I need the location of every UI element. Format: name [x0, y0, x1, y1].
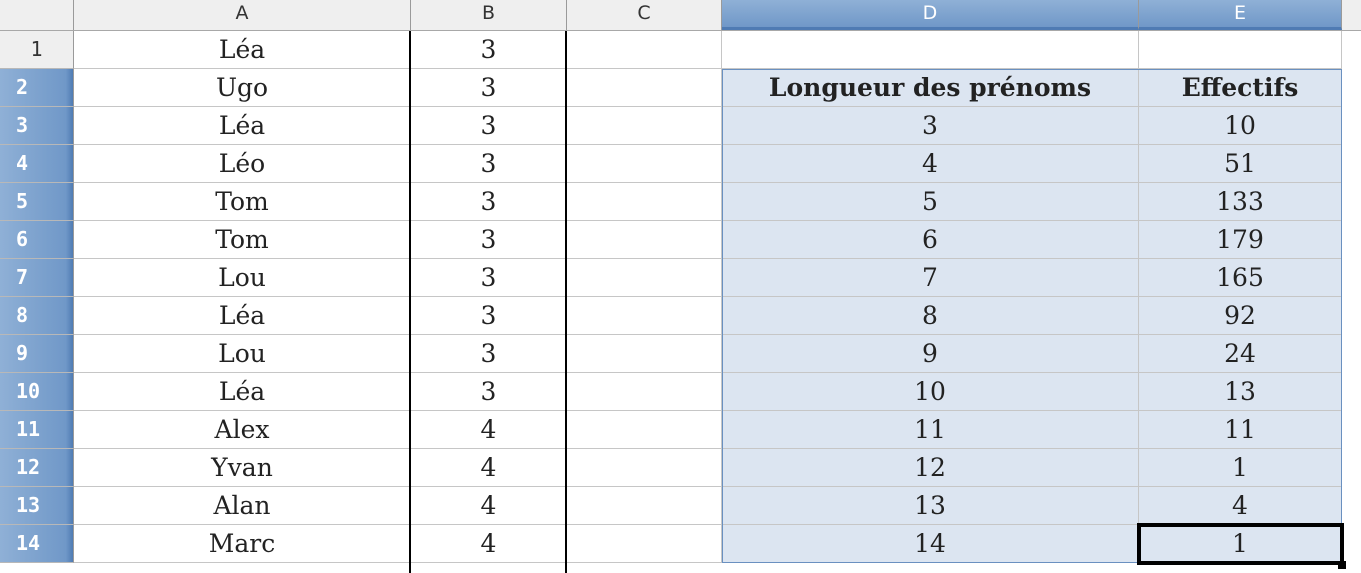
cell-c-row1[interactable] — [567, 31, 722, 69]
cell-c-row8[interactable] — [567, 297, 722, 335]
row-header-11[interactable]: 11 — [0, 411, 74, 449]
cell-e-row10[interactable]: 13 — [1139, 373, 1342, 411]
cell-a-row8[interactable]: Léa — [74, 297, 411, 335]
cell-e-row11[interactable]: 11 — [1139, 411, 1342, 449]
cell-c-row3[interactable] — [567, 107, 722, 145]
cell-a-row5[interactable]: Tom — [74, 183, 411, 221]
cell-d-row13[interactable]: 13 — [722, 487, 1139, 525]
cell-a-row12[interactable]: Yvan — [74, 449, 411, 487]
cell-d-row2[interactable]: Longueur des prénoms — [722, 69, 1139, 107]
cell-c-row6[interactable] — [567, 221, 722, 259]
cell-d-row7[interactable]: 7 — [722, 259, 1139, 297]
cell-b-row5[interactable]: 3 — [411, 183, 567, 221]
column-border-2 — [565, 31, 567, 573]
cell-b-row2[interactable]: 3 — [411, 69, 567, 107]
cell-c-row13[interactable] — [567, 487, 722, 525]
cell-c-row9[interactable] — [567, 335, 722, 373]
cell-d-row1[interactable] — [722, 31, 1139, 69]
cell-c-row10[interactable] — [567, 373, 722, 411]
cell-d-row3[interactable]: 3 — [722, 107, 1139, 145]
cell-d-row14[interactable]: 14 — [722, 525, 1139, 563]
cell-e-row8[interactable]: 92 — [1139, 297, 1342, 335]
row-header-12[interactable]: 12 — [0, 449, 74, 487]
cell-e-row13[interactable]: 4 — [1139, 487, 1342, 525]
cell-b-row14[interactable]: 4 — [411, 525, 567, 563]
row-header-10[interactable]: 10 — [0, 373, 74, 411]
cell-b-row12[interactable]: 4 — [411, 449, 567, 487]
cell-e-row9[interactable]: 24 — [1139, 335, 1342, 373]
cell-a-row14[interactable]: Marc — [74, 525, 411, 563]
row-header-7[interactable]: 7 — [0, 259, 74, 297]
cell-d-row10[interactable]: 10 — [722, 373, 1139, 411]
row-header-5[interactable]: 5 — [0, 183, 74, 221]
cell-b-row9[interactable]: 3 — [411, 335, 567, 373]
row-header-2[interactable]: 2 — [0, 69, 74, 107]
cell-e-row1[interactable] — [1139, 31, 1342, 69]
cell-b-row11[interactable]: 4 — [411, 411, 567, 449]
cell-b-row6[interactable]: 3 — [411, 221, 567, 259]
column-border-1 — [409, 31, 411, 573]
column-header-d[interactable]: D — [722, 0, 1139, 30]
cell-e-row2[interactable]: Effectifs — [1139, 69, 1342, 107]
cell-b-row1[interactable]: 3 — [411, 31, 567, 69]
cell-e-row6[interactable]: 179 — [1139, 221, 1342, 259]
cell-e-row3[interactable]: 10 — [1139, 107, 1342, 145]
cell-d-row8[interactable]: 8 — [722, 297, 1139, 335]
column-header-b[interactable]: B — [411, 0, 567, 30]
column-header-e[interactable]: E — [1139, 0, 1342, 30]
cell-c-row5[interactable] — [567, 183, 722, 221]
cell-b-row4[interactable]: 3 — [411, 145, 567, 183]
cell-b-row13[interactable]: 4 — [411, 487, 567, 525]
cell-e-row4[interactable]: 51 — [1139, 145, 1342, 183]
cell-a-row11[interactable]: Alex — [74, 411, 411, 449]
cell-e-row12[interactable]: 1 — [1139, 449, 1342, 487]
cell-a-row6[interactable]: Tom — [74, 221, 411, 259]
cell-c-row4[interactable] — [567, 145, 722, 183]
cell-a-row3[interactable]: Léa — [74, 107, 411, 145]
cell-d-row6[interactable]: 6 — [722, 221, 1139, 259]
cell-b-row8[interactable]: 3 — [411, 297, 567, 335]
cell-d-row11[interactable]: 11 — [722, 411, 1139, 449]
row-header-8[interactable]: 8 — [0, 297, 74, 335]
row-header-4[interactable]: 4 — [0, 145, 74, 183]
cell-d-row5[interactable]: 5 — [722, 183, 1139, 221]
column-header-c[interactable]: C — [567, 0, 722, 30]
cell-a-row4[interactable]: Léo — [74, 145, 411, 183]
cell-d-row12[interactable]: 12 — [722, 449, 1139, 487]
cell-c-row2[interactable] — [567, 69, 722, 107]
select-all-corner[interactable] — [0, 0, 74, 30]
cell-e-row14[interactable]: 1 — [1139, 525, 1342, 563]
cell-a-row9[interactable]: Lou — [74, 335, 411, 373]
column-header-bar: A B C D E — [0, 0, 1361, 31]
cell-e-row5[interactable]: 133 — [1139, 183, 1342, 221]
row-header-1[interactable]: 1 — [0, 31, 74, 69]
cell-c-row14[interactable] — [567, 525, 722, 563]
row-header-3[interactable]: 3 — [0, 107, 74, 145]
cell-b-row7[interactable]: 3 — [411, 259, 567, 297]
cell-c-row11[interactable] — [567, 411, 722, 449]
cell-d-row4[interactable]: 4 — [722, 145, 1139, 183]
row-header-9[interactable]: 9 — [0, 335, 74, 373]
cell-c-row7[interactable] — [567, 259, 722, 297]
fill-handle[interactable] — [1338, 561, 1346, 569]
cell-a-row2[interactable]: Ugo — [74, 69, 411, 107]
cell-c-row12[interactable] — [567, 449, 722, 487]
row-header-6[interactable]: 6 — [0, 221, 74, 259]
cell-a-row1[interactable]: Léa — [74, 31, 411, 69]
cell-e-row7[interactable]: 165 — [1139, 259, 1342, 297]
cell-b-row3[interactable]: 3 — [411, 107, 567, 145]
row-header-14[interactable]: 14 — [0, 525, 74, 563]
cell-a-row7[interactable]: Lou — [74, 259, 411, 297]
cell-a-row13[interactable]: Alan — [74, 487, 411, 525]
cell-d-row9[interactable]: 9 — [722, 335, 1139, 373]
cell-a-row10[interactable]: Léa — [74, 373, 411, 411]
row-header-13[interactable]: 13 — [0, 487, 74, 525]
column-header-a[interactable]: A — [74, 0, 411, 30]
cell-b-row10[interactable]: 3 — [411, 373, 567, 411]
